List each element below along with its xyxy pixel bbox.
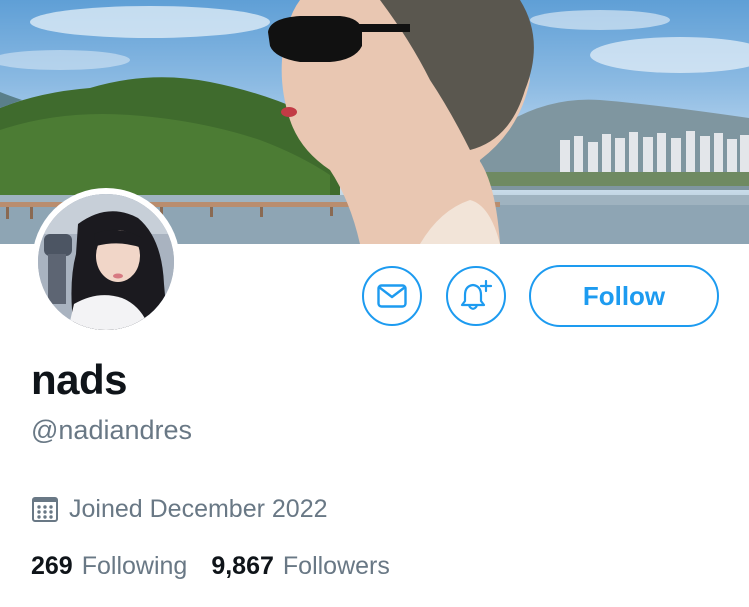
avatar-image: [38, 194, 174, 330]
envelope-icon: [377, 284, 407, 308]
following-count: 269: [31, 552, 73, 580]
followers-link[interactable]: 9,867 Followers: [211, 552, 390, 581]
message-button[interactable]: [362, 266, 422, 326]
follow-stats: 269 Following 9,867 Followers: [31, 552, 390, 581]
avatar[interactable]: [32, 188, 180, 336]
joined-date-row: Joined December 2022: [31, 493, 328, 525]
following-label: Following: [81, 552, 188, 580]
following-link[interactable]: 269 Following: [31, 552, 187, 581]
profile-page: Follow nads @nadiandres Joined December …: [0, 0, 749, 607]
followers-count: 9,867: [211, 552, 274, 580]
bell-plus-icon: [460, 280, 493, 310]
calendar-icon: [32, 497, 58, 522]
followers-label: Followers: [282, 552, 390, 580]
joined-date: Joined December 2022: [69, 494, 328, 523]
user-handle: @nadiandres: [31, 415, 193, 445]
notify-button[interactable]: [446, 266, 506, 326]
display-name: nads: [31, 356, 128, 403]
follow-button[interactable]: Follow: [529, 265, 719, 327]
